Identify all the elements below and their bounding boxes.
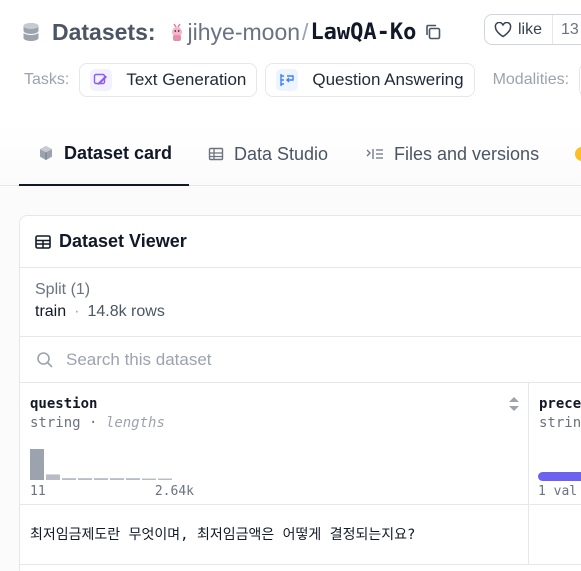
owner-link[interactable]: jihye-moon xyxy=(188,19,301,46)
column-name: question xyxy=(30,396,98,412)
split-label: Split (1) xyxy=(35,281,91,298)
path-separator: / xyxy=(302,18,309,45)
tab-files-and-versions[interactable]: Files and versions xyxy=(366,122,539,186)
search-input[interactable] xyxy=(66,349,466,370)
column-name: prece xyxy=(539,396,581,412)
column-type: string · lengths xyxy=(30,415,165,431)
histogram-bar[interactable] xyxy=(158,478,172,481)
tab-dataset-card[interactable]: Dataset card xyxy=(19,122,189,186)
histogram-bar[interactable] xyxy=(30,449,44,480)
modalities-label: Modalities: xyxy=(492,71,570,88)
repo-header: Datasets: jihye-moon / LawQA-Ko like 13 … xyxy=(0,0,581,122)
histogram-bar[interactable] xyxy=(62,478,76,480)
search-bar[interactable] xyxy=(20,337,581,383)
repo-name[interactable]: LawQA-Ko xyxy=(310,20,416,45)
column-type: strin xyxy=(539,415,581,431)
split-option-train[interactable]: train · 14.8k rows xyxy=(35,303,581,321)
column-header-precedent[interactable]: prece strin 1 val xyxy=(529,383,581,505)
tab-community[interactable] xyxy=(574,122,581,186)
tab-label: Files and versions xyxy=(394,143,540,164)
column-type-name: string xyxy=(30,415,81,431)
tab-label: Dataset card xyxy=(64,142,173,163)
heart-icon xyxy=(494,21,512,37)
like-main[interactable]: like xyxy=(485,15,554,44)
column-header-question[interactable]: question string · lengths 11 2.64k xyxy=(20,383,529,505)
table-icon xyxy=(208,147,224,161)
tasks-row: Tasks: Text Generation Question Answerin… xyxy=(24,63,581,97)
length-histogram[interactable] xyxy=(30,447,210,480)
table-row[interactable]: 최저임금제도란 무엇이며, 최저임금액은 어떻게 결정되는지요? xyxy=(20,505,581,565)
split-name: train xyxy=(35,303,67,320)
split-dot: · xyxy=(74,303,80,320)
owner-avatar[interactable] xyxy=(168,22,186,42)
like-label: like xyxy=(518,20,543,38)
files-icon xyxy=(366,149,383,159)
sort-icon[interactable] xyxy=(507,395,521,417)
histogram-bar[interactable] xyxy=(46,474,60,480)
tab-data-studio[interactable]: Data Studio xyxy=(208,122,328,186)
histogram-min: 11 xyxy=(30,484,46,499)
split-row-count: 14.8k rows xyxy=(87,303,165,320)
cube-icon xyxy=(40,146,52,160)
table-icon xyxy=(35,234,51,249)
dataset-viewer: Dataset Viewer Split (1) train · 14.8k r… xyxy=(19,215,581,571)
histogram-bar[interactable] xyxy=(142,478,156,481)
like-count[interactable]: 13 xyxy=(553,21,579,39)
table-cell-question[interactable]: 최저임금제도란 무엇이며, 최저임금액은 어떻게 결정되는지요? xyxy=(20,505,529,565)
search-icon xyxy=(37,351,53,368)
column-type-separator: · xyxy=(89,415,98,431)
histogram-bar[interactable] xyxy=(94,478,108,480)
community-icon xyxy=(575,147,581,161)
histogram-bar[interactable] xyxy=(110,478,124,480)
datasets-breadcrumb[interactable]: Datasets: xyxy=(52,19,156,46)
task-chip-question-answering[interactable]: Question Answering xyxy=(265,63,475,97)
viewer-header: Dataset Viewer xyxy=(20,216,581,268)
value-distribution-bar[interactable] xyxy=(538,472,581,481)
histogram-max: 2.64k xyxy=(154,484,194,499)
histogram-bar[interactable] xyxy=(78,478,92,480)
copy-icon[interactable] xyxy=(424,23,442,41)
like-button[interactable]: like 13 xyxy=(484,14,581,45)
database-icon xyxy=(22,22,40,42)
histogram-bar[interactable] xyxy=(126,478,140,480)
task-chip-text-generation[interactable]: Text Generation xyxy=(79,63,258,97)
task-chip-label: Question Answering xyxy=(312,70,464,89)
column-type-detail: lengths xyxy=(105,415,165,431)
viewer-title: Dataset Viewer xyxy=(59,231,187,251)
repo-title-row: Datasets: jihye-moon / LawQA-Ko xyxy=(22,14,442,50)
repo-tabs: Dataset card Data Studio Files and versi… xyxy=(0,122,581,186)
task-chip-label: Text Generation xyxy=(126,70,247,89)
question-answering-icon xyxy=(276,69,299,91)
split-selector[interactable]: Split (1) train · 14.8k rows xyxy=(20,268,581,337)
tasks-label: Tasks: xyxy=(24,71,70,88)
value-count: 1 val xyxy=(538,484,578,499)
text-generation-icon xyxy=(90,69,113,91)
tab-label: Data Studio xyxy=(234,143,329,164)
